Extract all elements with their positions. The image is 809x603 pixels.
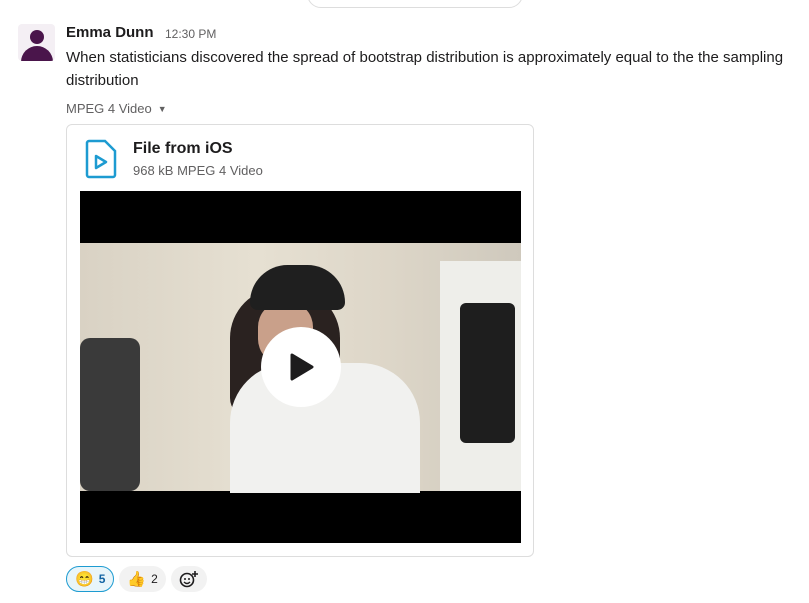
- message-text: When statisticians discovered the spread…: [66, 49, 784, 89]
- video-file-icon: [85, 139, 117, 179]
- avatar[interactable]: [18, 24, 55, 61]
- reactions-bar: 😁 5 👍 2: [66, 566, 207, 592]
- new-messages-pill[interactable]: [307, 0, 523, 8]
- reaction-count: 2: [151, 572, 158, 586]
- file-type-label: MPEG 4 Video: [66, 101, 152, 116]
- play-button[interactable]: [261, 327, 341, 407]
- add-reaction-button[interactable]: [170, 566, 207, 592]
- file-card[interactable]: File from iOS 968 kB MPEG 4 Video: [66, 124, 534, 557]
- video-player[interactable]: [80, 191, 521, 543]
- timestamp[interactable]: 12:30 PM: [165, 27, 216, 41]
- grinning-face-icon: 😁: [75, 570, 94, 588]
- play-icon: [290, 353, 314, 381]
- reaction-count: 5: [98, 572, 106, 586]
- author-name[interactable]: Emma Dunn: [66, 24, 154, 41]
- caret-down-icon: ▼: [157, 104, 167, 114]
- thumbs-up-icon: 👍: [127, 570, 147, 588]
- file-type-toggle[interactable]: MPEG 4 Video ▼: [66, 101, 167, 116]
- file-title[interactable]: File from iOS: [133, 140, 233, 158]
- reaction-grinning[interactable]: 😁 5: [66, 566, 115, 592]
- file-meta: 968 kB MPEG 4 Video: [133, 163, 263, 178]
- reaction-thumbs-up[interactable]: 👍 2: [119, 566, 166, 592]
- add-reaction-icon: [179, 571, 198, 588]
